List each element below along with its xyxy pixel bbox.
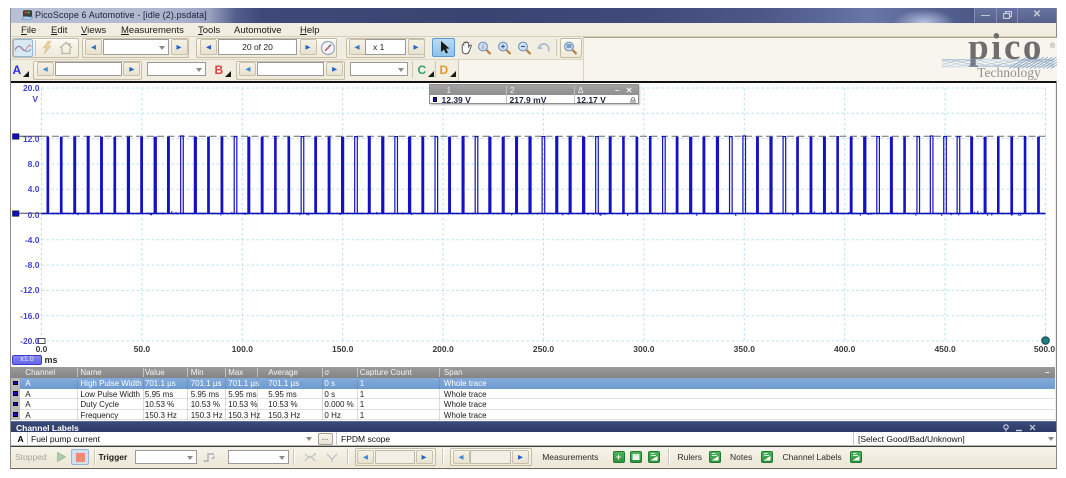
svg-text:i: i — [482, 43, 484, 51]
